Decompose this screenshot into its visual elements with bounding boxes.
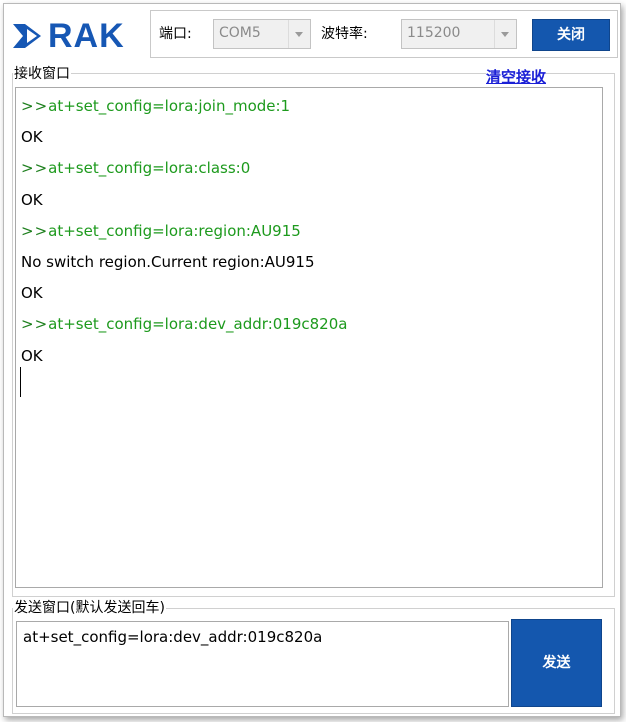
response-text: OK [21,190,43,209]
send-input-value: at+set_config=lora:dev_addr:019c820a [23,628,323,646]
receive-log-line: No switch region.Current region:AU915 [21,252,315,272]
baud-value: 115200 [407,25,461,41]
port-label: 端口: [159,26,192,42]
receive-log-line: >>at+set_config=lora:region:AU915 [21,221,301,241]
port-value: COM5 [219,25,261,41]
response-text: No switch region.Current region:AU915 [21,253,315,271]
app-window: RAK 端口: COM5 波特率: 115200 关闭 接收窗口 清空接收 >>… [3,3,621,717]
command-text: at+set_config=lora:class:0 [48,159,251,178]
logo-text: RAK [48,17,125,55]
response-text: OK [21,346,43,365]
chevron-down-icon[interactable] [288,20,310,48]
receive-log-line: OK [21,127,43,147]
receive-log-line: >>at+set_config=lora:dev_addr:019c820a [21,314,347,334]
connection-settings: 端口: COM5 波特率: 115200 关闭 [150,10,618,58]
receive-log-line: >>at+set_config=lora:join_mode:1 [21,96,290,116]
response-text: OK [21,128,43,147]
response-text: OK [21,284,43,303]
send-group-label: 发送窗口(默认发送回车) [13,600,166,616]
port-select[interactable]: COM5 [213,19,311,49]
command-prompt: >> [21,221,49,240]
baud-select[interactable]: 115200 [401,19,517,49]
command-text: at+set_config=lora:join_mode:1 [48,97,291,115]
receive-log-line: OK [21,346,43,366]
command-prompt: >> [21,315,49,334]
command-text: at+set_config=lora:region:AU915 [48,221,301,240]
command-prompt: >> [21,159,49,178]
command-text: at+set_config=lora:dev_addr:019c820a [48,315,348,334]
rak-logo-icon [13,24,41,48]
receive-log-line: OK [21,190,43,210]
baud-label: 波特率: [321,26,368,42]
text-caret [20,367,21,397]
receive-log-line: OK [21,283,43,303]
rak-logo: RAK [10,17,140,55]
clear-receive-link[interactable]: 清空接收 [486,66,547,87]
receive-log-line: >>at+set_config=lora:class:0 [21,158,250,178]
command-prompt: >> [21,97,49,115]
send-button[interactable]: 发送 [511,619,602,707]
close-port-button[interactable]: 关闭 [532,19,610,51]
send-input[interactable]: at+set_config=lora:dev_addr:019c820a [16,621,509,707]
receive-textarea[interactable]: >>at+set_config=lora:join_mode:1 OK >>at+s… [15,87,603,588]
receive-group-label: 接收窗口 [13,66,71,82]
chevron-down-icon[interactable] [494,20,516,48]
